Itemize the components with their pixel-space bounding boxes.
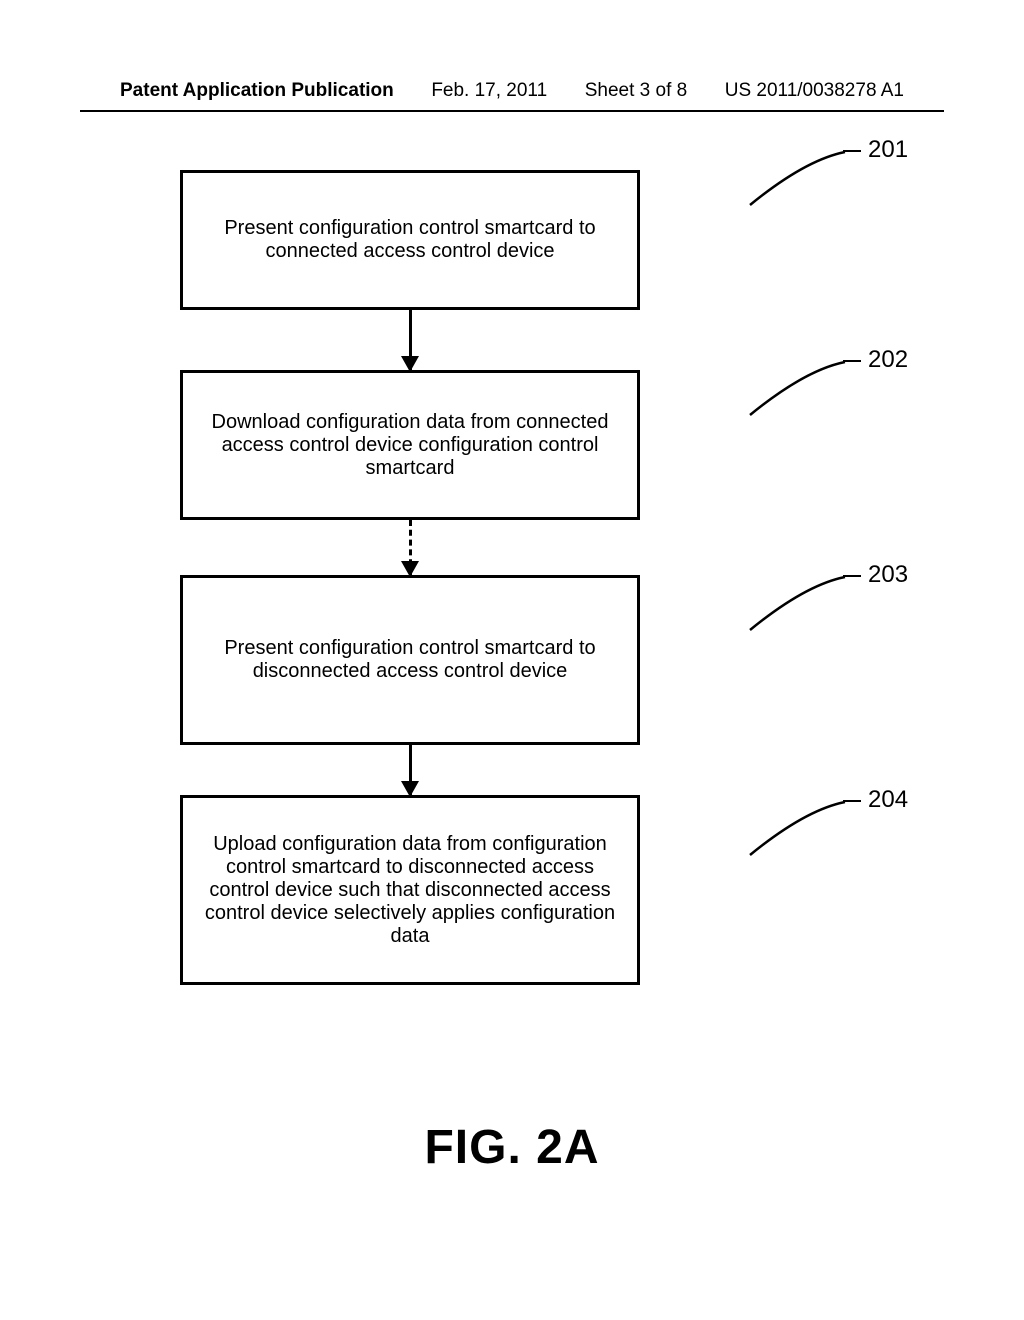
flow-step-text: Download configuration data from connect… [201, 411, 619, 480]
page-header: Patent Application Publication Feb. 17, … [0, 80, 1024, 102]
flow-step-text: Upload configuration data from configura… [201, 833, 619, 948]
flow-step-202: Download configuration data from connect… [180, 370, 640, 520]
header-rule [80, 110, 944, 112]
flowchart: Present configuration control smartcard … [140, 170, 760, 985]
header-date: Feb. 17, 2011 [431, 80, 547, 102]
flow-step-204: Upload configuration data from configura… [180, 795, 640, 985]
header-publication: Patent Application Publication [120, 80, 394, 102]
flow-arrow-dashed [180, 520, 640, 575]
flow-step-201: Present configuration control smartcard … [180, 170, 640, 310]
header-pubno: US 2011/0038278 A1 [725, 80, 904, 102]
figure-label: FIG. 2A [0, 1120, 1024, 1175]
flow-step-text: Present configuration control smartcard … [201, 637, 619, 683]
flow-step-text: Present configuration control smartcard … [201, 217, 619, 263]
flow-arrow [180, 745, 640, 795]
header-sheet: Sheet 3 of 8 [585, 80, 687, 102]
flow-arrow [180, 310, 640, 370]
flow-step-203: Present configuration control smartcard … [180, 575, 640, 745]
